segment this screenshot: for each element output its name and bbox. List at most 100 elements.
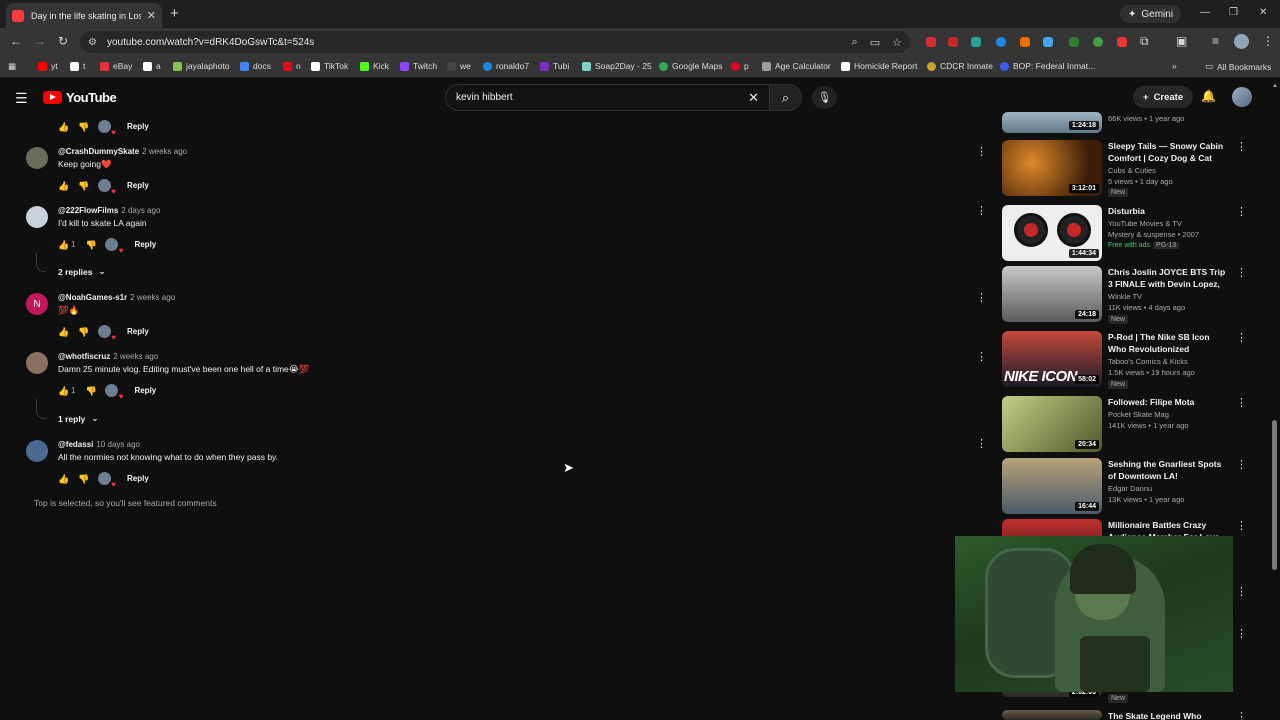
commenter-avatar[interactable] — [26, 440, 48, 462]
extension-icon[interactable] — [926, 37, 936, 47]
reply-button[interactable]: Reply — [127, 327, 149, 336]
comment-author[interactable]: @NoahGames-s1r 2 weeks ago — [58, 293, 175, 302]
minimize-icon[interactable]: — — [1200, 7, 1210, 18]
video-thumbnail[interactable]: 24:18 — [1002, 266, 1102, 322]
more-options-icon[interactable]: ⋮ — [1236, 519, 1247, 532]
extension-icon[interactable] — [1043, 37, 1053, 47]
comment-author[interactable]: @fedassi 10 days ago — [58, 440, 140, 449]
more-options-icon[interactable]: ⋮ — [1236, 585, 1247, 598]
extension-icon[interactable] — [1093, 37, 1103, 47]
more-options-icon[interactable]: ⋮ — [976, 204, 987, 217]
like-icon[interactable]: 👍 — [58, 474, 69, 484]
comment-time[interactable]: 10 days ago — [96, 440, 140, 449]
view-replies-button[interactable]: 2 replies ⌄ — [58, 266, 106, 277]
video-thumbnail[interactable] — [1002, 710, 1102, 720]
like-icon[interactable]: 👍 — [58, 327, 69, 337]
dislike-icon[interactable]: 👎 — [78, 327, 89, 337]
bookmark-item[interactable]: Kick — [360, 61, 389, 71]
more-bookmarks-chevron-icon[interactable]: » — [1172, 61, 1177, 71]
reply-button[interactable]: Reply — [127, 181, 149, 190]
address-bar[interactable]: ⚙ youtube.com/watch?v=dRK4DoGswTc&t=524s… — [80, 31, 910, 53]
more-options-icon[interactable]: ⋮ — [1236, 331, 1247, 344]
browser-menu-icon[interactable]: ⋮ — [1262, 34, 1274, 48]
bookmark-item[interactable]: yt — [38, 61, 58, 71]
youtube-logo[interactable]: YouTube — [43, 90, 117, 105]
bookmark-item[interactable]: CDCR Inmate — [927, 61, 993, 71]
comment-author[interactable]: @222FlowFilms 2 days ago — [58, 206, 160, 215]
media-controls-icon[interactable]: ≡ — [1212, 34, 1219, 48]
bookmark-item[interactable]: n — [283, 61, 301, 71]
video-channel[interactable]: Cubs & Cuties — [1108, 166, 1156, 175]
dislike-icon[interactable]: 👎 — [78, 181, 89, 191]
extension-icon[interactable] — [1020, 37, 1030, 47]
video-channel[interactable]: Taboo's Comics & Kicks — [1108, 357, 1188, 366]
more-options-icon[interactable]: ⋮ — [976, 291, 987, 304]
side-panel-icon[interactable]: ▣ — [1176, 34, 1187, 48]
comment-time[interactable]: 2 weeks ago — [113, 352, 158, 361]
comment-time[interactable]: 2 weeks ago — [142, 147, 187, 156]
more-options-icon[interactable]: ⋮ — [1236, 140, 1247, 153]
bookmark-item[interactable]: eBay — [100, 61, 132, 71]
reply-button[interactable]: Reply — [134, 240, 156, 249]
close-window-icon[interactable]: ✕ — [1259, 7, 1267, 18]
video-title[interactable]: Chris Joslin JOYCE BTS Trip 3 FINALE wit… — [1108, 266, 1230, 290]
more-options-icon[interactable]: ⋮ — [1236, 458, 1247, 471]
dislike-icon[interactable]: 👎 — [78, 122, 89, 132]
view-replies-button[interactable]: 1 reply ⌄ — [58, 413, 99, 424]
page-scrollbar[interactable] — [1272, 420, 1277, 570]
commenter-avatar[interactable] — [26, 352, 48, 374]
extensions-puzzle-icon[interactable]: ⧉ — [1140, 34, 1149, 49]
dislike-icon[interactable]: 👎 — [78, 474, 89, 484]
like-icon[interactable]: 👍 — [58, 181, 69, 191]
search-box[interactable]: ✕ — [445, 84, 770, 111]
extension-icon[interactable] — [996, 37, 1006, 47]
cast-icon[interactable]: ▭ — [870, 36, 880, 49]
video-title[interactable]: Followed: Filipe Mota — [1108, 396, 1230, 408]
video-channel[interactable]: YouTube Movies & TV — [1108, 219, 1182, 228]
site-info-icon[interactable]: ⚙ — [88, 37, 97, 48]
new-tab-icon[interactable]: + — [170, 5, 179, 22]
bookmark-item[interactable]: Twitch — [400, 61, 437, 71]
dislike-icon[interactable]: 👎 — [85, 386, 96, 396]
video-title[interactable]: Seshing the Gnarliest Spots of Downtown … — [1108, 458, 1230, 482]
bookmark-item[interactable]: ronaldo7 — [483, 61, 529, 71]
video-channel[interactable]: Winkle TV — [1108, 292, 1142, 301]
extension-icon[interactable] — [1117, 37, 1127, 47]
search-button[interactable]: ⌕ — [770, 84, 802, 111]
video-channel[interactable]: Edgar Dannu — [1108, 484, 1152, 493]
browser-tab-active[interactable]: Day in the life skating in Los Angeles ✕ — [6, 3, 162, 28]
bookmark-item[interactable]: Soap2Day - 25 — [582, 61, 652, 71]
menu-hamburger-icon[interactable]: ☰ — [15, 90, 28, 107]
video-thumbnail[interactable]: 20:34 — [1002, 396, 1102, 452]
reply-button[interactable]: Reply — [134, 386, 156, 395]
more-options-icon[interactable]: ⋮ — [1236, 396, 1247, 409]
bookmark-star-icon[interactable]: ☆ — [892, 36, 902, 49]
browser-profile-avatar[interactable] — [1234, 34, 1249, 49]
bookmark-item[interactable]: p — [731, 61, 749, 71]
replies-count[interactable]: 1 reply — [58, 414, 85, 424]
clear-search-icon[interactable]: ✕ — [748, 90, 759, 106]
close-tab-icon[interactable]: ✕ — [147, 9, 156, 22]
apps-grid-icon[interactable]: ▦ — [8, 61, 16, 72]
more-options-icon[interactable]: ⋮ — [1236, 266, 1247, 279]
extension-icon[interactable] — [948, 37, 958, 47]
bookmark-item[interactable]: Tubi — [540, 61, 569, 71]
video-title[interactable]: Sleepy Tails — Snowy Cabin Comfort | Coz… — [1108, 140, 1230, 164]
bookmark-item[interactable]: a — [143, 61, 161, 71]
more-options-icon[interactable]: ⋮ — [976, 145, 987, 158]
more-options-icon[interactable]: ⋮ — [1236, 627, 1247, 640]
bookmark-item[interactable]: Age Calculator — [762, 61, 831, 71]
create-button[interactable]: + Create — [1133, 86, 1194, 108]
like-icon[interactable]: 👍 — [58, 240, 69, 250]
bookmark-item[interactable]: we — [447, 61, 471, 71]
extension-icon[interactable] — [1069, 37, 1079, 47]
url-text[interactable]: youtube.com/watch?v=dRK4DoGswTc&t=524s — [107, 37, 840, 48]
back-icon[interactable]: ← — [10, 34, 22, 48]
video-thumbnail[interactable]: 3:12:01 — [1002, 140, 1102, 196]
more-options-icon[interactable]: ⋮ — [1236, 710, 1247, 720]
more-options-icon[interactable]: ⋮ — [976, 437, 987, 450]
video-title[interactable]: The Skate Legend Who Escaped — [1108, 710, 1230, 720]
comment-author[interactable]: @CrashDummySkate 2 weeks ago — [58, 147, 187, 156]
bookmark-item[interactable]: t — [70, 61, 85, 71]
scroll-up-arrow-icon[interactable]: ▲ — [1272, 83, 1278, 89]
